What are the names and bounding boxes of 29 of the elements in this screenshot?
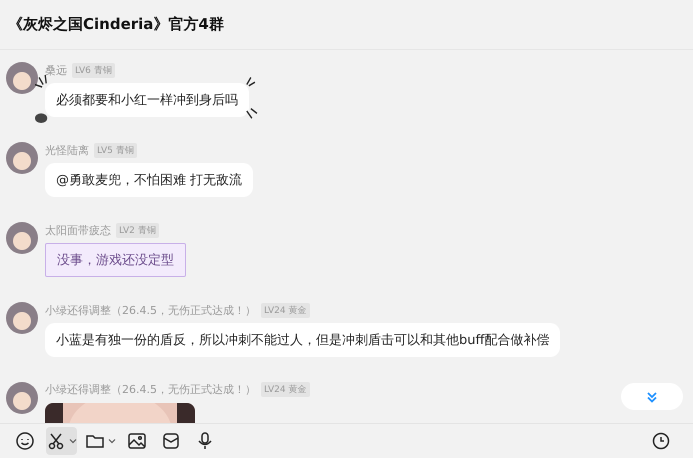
avatar[interactable] bbox=[6, 382, 38, 414]
caret-icon bbox=[69, 437, 77, 445]
message-bubble: 必须都要和小红一样冲到身后吗 bbox=[45, 83, 249, 117]
caret-icon bbox=[108, 437, 116, 445]
window-title: 《灰烬之国Cinderia》官方4群 bbox=[8, 15, 224, 34]
level-badge: LV2 青铜 bbox=[116, 222, 159, 238]
clock-icon[interactable] bbox=[651, 431, 671, 451]
scissors-icon bbox=[46, 431, 66, 451]
level-badge: LV24 黄金 bbox=[261, 382, 310, 398]
scissors-tool-button[interactable] bbox=[46, 427, 77, 455]
chevrons-down-icon bbox=[645, 390, 659, 404]
level-badge: LV6 青铜 bbox=[72, 62, 115, 78]
avatar[interactable] bbox=[6, 142, 38, 174]
message-bubble: 小蓝是有独一份的盾反，所以冲刺不能过人，但是冲刺盾击可以和其他buff配合做补偿 bbox=[45, 323, 560, 357]
avatar[interactable] bbox=[6, 222, 38, 254]
sender-name: 小绿还得调整（26.4.5，无伤正式达成！） bbox=[45, 382, 256, 398]
sender-name: 桑远 bbox=[45, 62, 67, 78]
image-icon bbox=[127, 431, 147, 451]
sender-name: 光怪陆离 bbox=[45, 142, 89, 158]
sender-name: 太阳面带疲态 bbox=[45, 222, 111, 238]
message-bubble: @勇敢麦兜，不怕困难 打无敌流 bbox=[45, 163, 254, 197]
level-badge: LV5 青铜 bbox=[94, 142, 137, 158]
level-badge: LV24 黄金 bbox=[261, 302, 310, 318]
avatar[interactable] bbox=[6, 62, 38, 94]
smiley-icon bbox=[15, 431, 35, 451]
scroll-down-button[interactable] bbox=[621, 383, 683, 410]
message-bubble: 没事，游戏还没定型 bbox=[45, 243, 186, 277]
sender-name: 小绿还得调整（26.4.5，无伤正式达成！） bbox=[45, 302, 256, 318]
avatar[interactable] bbox=[6, 302, 38, 334]
